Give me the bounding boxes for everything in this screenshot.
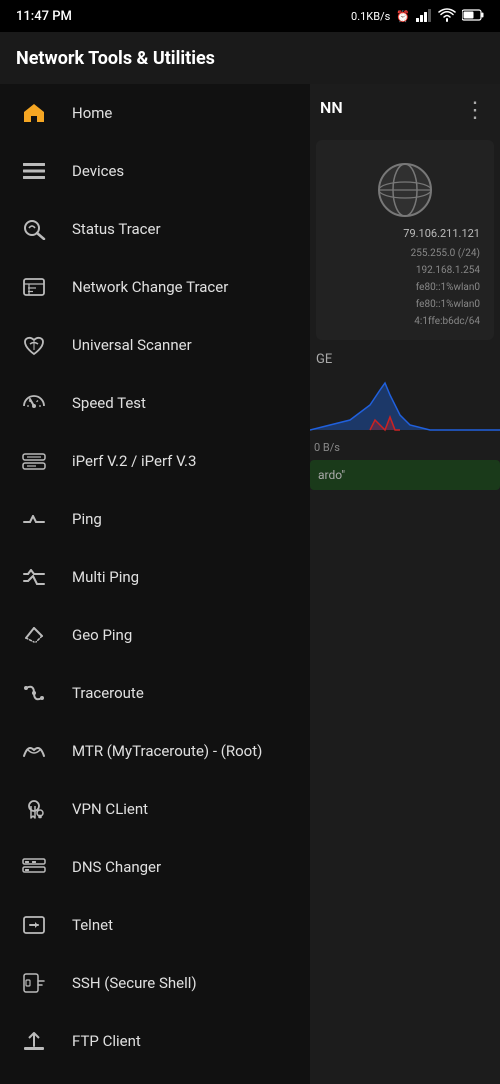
devices-icon	[20, 157, 48, 185]
subnet-mask: 255.255.0 (/24)	[326, 245, 484, 262]
sidebar-item-ftp-client[interactable]: FTP Client	[0, 1012, 310, 1070]
network-change-tracer-icon	[20, 273, 48, 301]
sidebar-item-label: MTR (MyTraceroute) - (Root)	[72, 742, 262, 760]
sidebar-item-ping[interactable]: Ping	[0, 490, 310, 548]
globe-icon	[375, 160, 435, 220]
iperf-icon	[20, 447, 48, 475]
sidebar-item-universal-scanner[interactable]: Universal Scanner	[0, 316, 310, 374]
hostname-value: ardo"	[318, 468, 345, 482]
sidebar-item-label: Speed Test	[72, 394, 146, 412]
vpn-client-icon	[20, 795, 48, 823]
ftp-client-icon	[20, 1027, 48, 1055]
status-right: 0.1KB/s ⏰	[351, 8, 484, 25]
ip-address: 79.106.211.121	[326, 224, 484, 245]
sidebar-item-dns-changer[interactable]: DNS Changer	[0, 838, 310, 896]
status-time: 11:47 PM	[16, 9, 72, 24]
traceroute-icon	[20, 679, 48, 707]
status-bar: 11:47 PM 0.1KB/s ⏰	[0, 0, 500, 32]
more-options-button[interactable]: ⋮	[464, 98, 486, 123]
sidebar-item-label: Telnet	[72, 916, 113, 934]
gateway: 192.168.1.254	[326, 262, 484, 279]
home-icon	[20, 99, 48, 127]
sidebar-item-label: Geo Ping	[72, 626, 132, 644]
sidebar-item-label: Universal Scanner	[72, 336, 192, 354]
sidebar-item-label: Devices	[72, 162, 124, 180]
dns-changer-icon	[20, 853, 48, 881]
sidebar-item-label: SSH (Secure Shell)	[72, 974, 197, 992]
nav-drawer: Home Devices Status Tracer	[0, 84, 310, 1084]
sidebar-item-status-tracer[interactable]: Status Tracer	[0, 200, 310, 258]
network-type-label: GE	[310, 344, 500, 371]
globe-area	[326, 150, 484, 224]
sidebar-item-label: FTP Client	[72, 1032, 141, 1050]
sidebar-item-traceroute[interactable]: Traceroute	[0, 664, 310, 722]
content-label: NN	[320, 98, 343, 117]
sidebar-item-mtr[interactable]: MTR (MyTraceroute) - (Root)	[0, 722, 310, 780]
sidebar-item-label: Multi Ping	[72, 568, 139, 586]
drawer-container: Home Devices Status Tracer	[0, 84, 500, 1084]
ipv6-1: fe80::1%wlan0	[326, 279, 484, 296]
sidebar-item-label: DNS Changer	[72, 858, 161, 876]
sidebar-item-label: Status Tracer	[72, 220, 161, 238]
speed-test-icon	[20, 389, 48, 417]
sidebar-item-label: Home	[72, 104, 112, 122]
sidebar-item-speed-test[interactable]: Speed Test	[0, 374, 310, 432]
hostname-card: ardo"	[310, 460, 500, 490]
sidebar-item-ssh[interactable]: SSH (Secure Shell)	[0, 954, 310, 1012]
ipv6-2: fe80::1%wlan0	[326, 296, 484, 313]
network-speed: 0.1KB/s	[351, 10, 390, 23]
battery-icon	[462, 9, 484, 24]
sidebar-item-network-change-tracer[interactable]: Network Change Tracer	[0, 258, 310, 316]
sidebar-item-home[interactable]: Home	[0, 84, 310, 142]
app-header: Network Tools & Utilities	[0, 32, 500, 84]
sidebar-item-multi-ping[interactable]: Multi Ping	[0, 548, 310, 606]
sidebar-item-label: VPN CLient	[72, 800, 148, 818]
sidebar-item-telnet[interactable]: Telnet	[0, 896, 310, 954]
speed-value: 0 B/s	[310, 439, 500, 456]
content-area: NN ⋮ 79.106.211.121 255.255.0 (/24) 192.…	[310, 84, 500, 1084]
sidebar-item-label: Network Change Tracer	[72, 278, 228, 296]
signal-icon	[416, 8, 432, 25]
telnet-icon	[20, 911, 48, 939]
ssh-icon	[20, 969, 48, 997]
mac-suffix: 4:1ffe:b6dc/64	[326, 313, 484, 330]
sidebar-item-label: Ping	[72, 510, 102, 528]
content-header: NN ⋮	[310, 84, 500, 136]
sidebar-item-label: iPerf V.2 / iPerf V.3	[72, 452, 196, 470]
ping-icon	[20, 505, 48, 533]
sidebar-item-geo-ping[interactable]: Geo Ping	[0, 606, 310, 664]
speed-chart	[310, 375, 500, 435]
alarm-icon: ⏰	[396, 10, 410, 23]
chart-svg	[310, 375, 500, 435]
app-title: Network Tools & Utilities	[16, 48, 215, 69]
network-info-card: 79.106.211.121 255.255.0 (/24) 192.168.1…	[316, 140, 494, 340]
sidebar-item-vpn-client[interactable]: VPN CLient	[0, 780, 310, 838]
wifi-icon	[438, 8, 456, 25]
mtr-icon	[20, 737, 48, 765]
universal-scanner-icon	[20, 331, 48, 359]
geo-ping-icon	[20, 621, 48, 649]
multi-ping-icon	[20, 563, 48, 591]
sidebar-item-label: Traceroute	[72, 684, 144, 702]
status-tracer-icon	[20, 215, 48, 243]
sidebar-item-devices[interactable]: Devices	[0, 142, 310, 200]
sidebar-item-iperf[interactable]: iPerf V.2 / iPerf V.3	[0, 432, 310, 490]
